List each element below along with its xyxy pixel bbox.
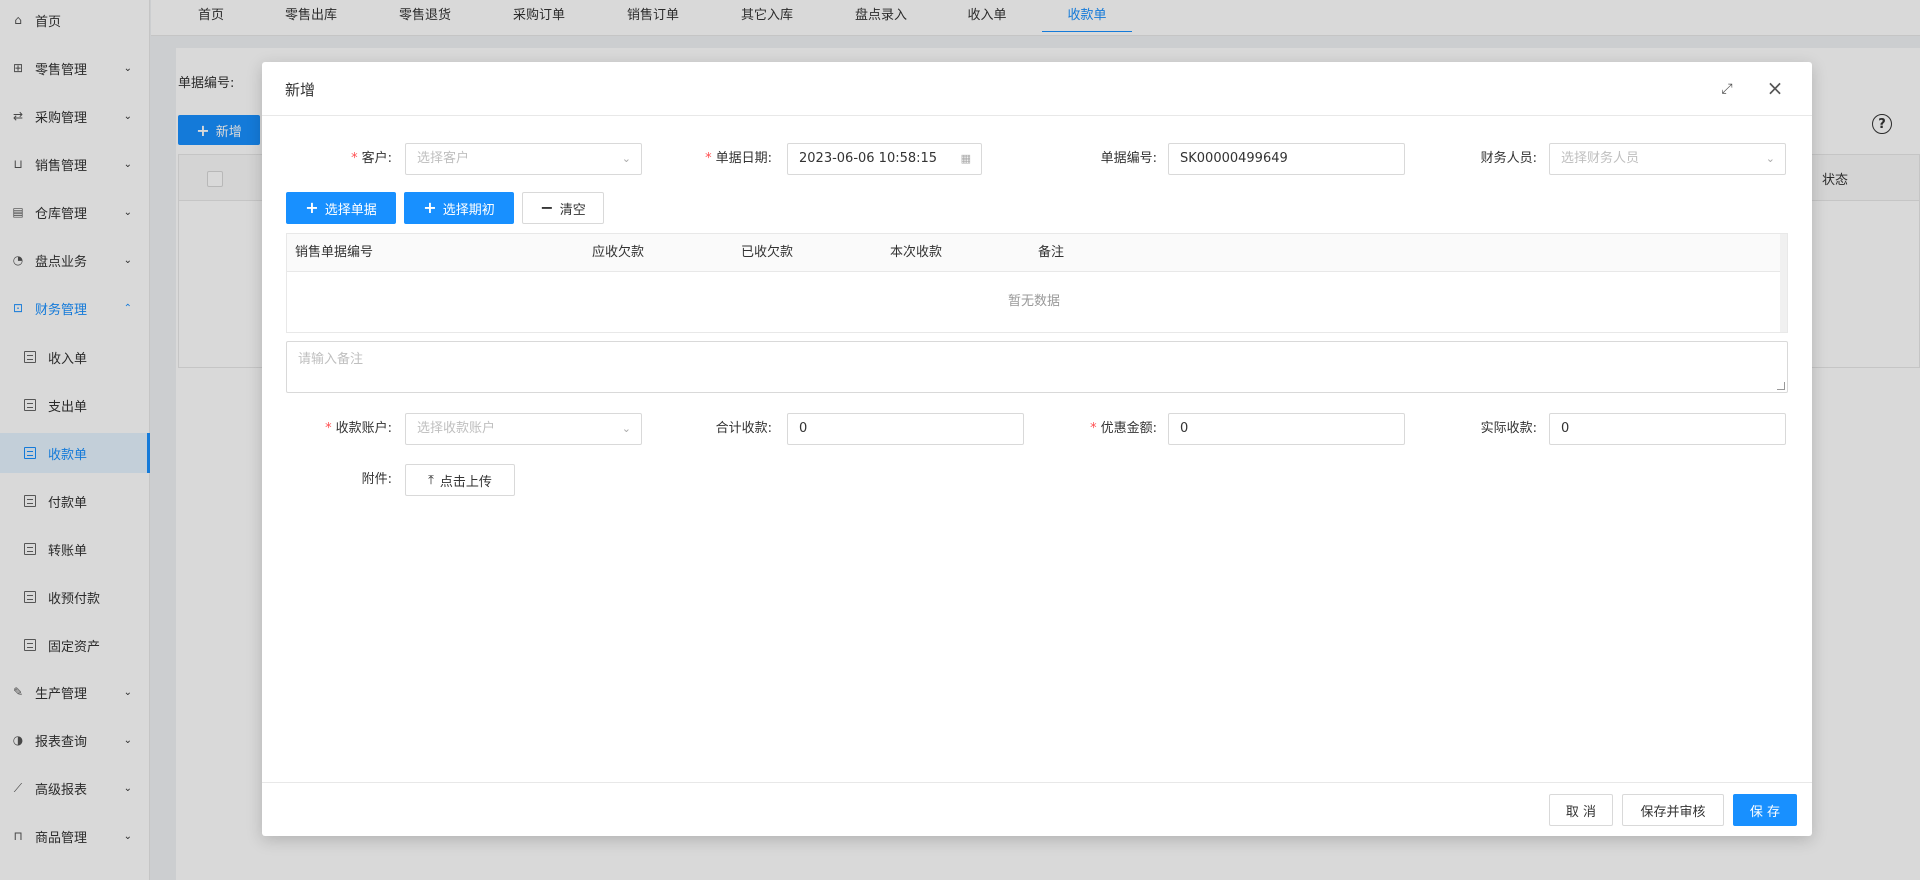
remark-textarea[interactable]: 请输入备注 [286, 341, 1788, 393]
discount-field[interactable]: 0 [1168, 413, 1405, 445]
remark-placeholder: 请输入备注 [298, 352, 364, 367]
table-header: 销售单据编号 应收欠款 已收欠款 本次收款 备注 [287, 234, 1781, 272]
finance-staff-select[interactable]: 选择财务人员 ⌄ [1549, 143, 1786, 175]
column-header: 本次收款 [890, 245, 943, 260]
select-initial-button[interactable]: + 选择期初 [404, 192, 514, 224]
clear-button[interactable]: − 清空 [522, 192, 604, 224]
customer-placeholder: 选择客户 [417, 151, 470, 166]
cancel-button[interactable]: 取 消 [1549, 794, 1613, 826]
date-picker[interactable]: 2023-06-06 10:58:15 ▦ [787, 143, 982, 175]
column-header: 应收欠款 [592, 245, 645, 260]
customer-label: * 客户: [351, 151, 392, 166]
receipt-items-table: 销售单据编号 应收欠款 已收欠款 本次收款 备注 暂无数据 [286, 233, 1788, 333]
chevron-down-icon: ⌄ [1765, 152, 1775, 165]
doc-no-field[interactable]: SK00000499649 [1168, 143, 1405, 175]
minus-icon: − [540, 198, 554, 217]
total-value: 0 [799, 421, 808, 436]
doc-no-value: SK00000499649 [1180, 151, 1288, 166]
date-label: * 单据日期: [705, 151, 772, 166]
upload-label: 点击上传 [439, 474, 492, 490]
save-button[interactable]: 保 存 [1733, 794, 1797, 826]
modal-title: 新增 [285, 81, 316, 99]
select-doc-button[interactable]: + 选择单据 [286, 192, 396, 224]
chevron-down-icon: ⌄ [621, 152, 631, 165]
date-label-text: 单据日期: [715, 151, 772, 166]
account-label-text: 收款账户: [335, 421, 392, 436]
customer-label-text: 客户: [361, 151, 392, 166]
fullscreen-icon[interactable]: ⤢ [1718, 80, 1736, 98]
discount-label: * 优惠金额: [1090, 421, 1157, 436]
total-field[interactable]: 0 [787, 413, 1024, 445]
discount-value: 0 [1180, 421, 1189, 436]
discount-label-text: 优惠金额: [1100, 421, 1157, 436]
column-header: 销售单据编号 [295, 245, 374, 260]
actual-label: 实际收款: [1480, 421, 1537, 436]
attachment-label: 附件: [361, 472, 392, 487]
close-icon[interactable]: × [1765, 78, 1785, 98]
empty-state: 暂无数据 [1007, 294, 1060, 309]
upload-icon: ⤒ [428, 472, 434, 488]
clear-label: 清空 [559, 202, 586, 218]
column-header: 已收欠款 [741, 245, 794, 260]
save-and-audit-button[interactable]: 保存并审核 [1622, 794, 1724, 826]
actual-field[interactable]: 0 [1549, 413, 1786, 445]
modal-header: 新增 ⤢ × [262, 62, 1812, 116]
finance-staff-label: 财务人员: [1480, 151, 1537, 166]
resize-handle-icon[interactable] [1777, 382, 1785, 390]
plus-icon: + [423, 198, 437, 217]
calendar-icon: ▦ [960, 152, 971, 165]
finance-staff-placeholder: 选择财务人员 [1561, 151, 1640, 166]
date-value: 2023-06-06 10:58:15 [799, 151, 938, 166]
customer-select[interactable]: 选择客户 ⌄ [405, 143, 642, 175]
select-initial-label: 选择期初 [442, 202, 495, 218]
create-receipt-modal: 新增 ⤢ × * 客户: 选择客户 ⌄ * 单据日期: 2023-06-06 10:… [262, 62, 1812, 836]
account-select[interactable]: 选择收款账户 ⌄ [405, 413, 642, 445]
select-doc-label: 选择单据 [324, 202, 377, 218]
column-header: 备注 [1038, 245, 1065, 260]
scrollbar[interactable] [1780, 234, 1787, 332]
account-placeholder: 选择收款账户 [417, 421, 496, 436]
modal-footer: 取 消 保存并审核 保 存 [262, 782, 1812, 836]
actual-value: 0 [1561, 421, 1570, 436]
plus-icon: + [305, 198, 319, 217]
total-label: 合计收款: [715, 421, 772, 436]
upload-button[interactable]: ⤒ 点击上传 [405, 464, 515, 496]
chevron-down-icon: ⌄ [621, 422, 631, 435]
account-label: * 收款账户: [325, 421, 392, 436]
doc-no-label: 单据编号: [1100, 151, 1157, 166]
